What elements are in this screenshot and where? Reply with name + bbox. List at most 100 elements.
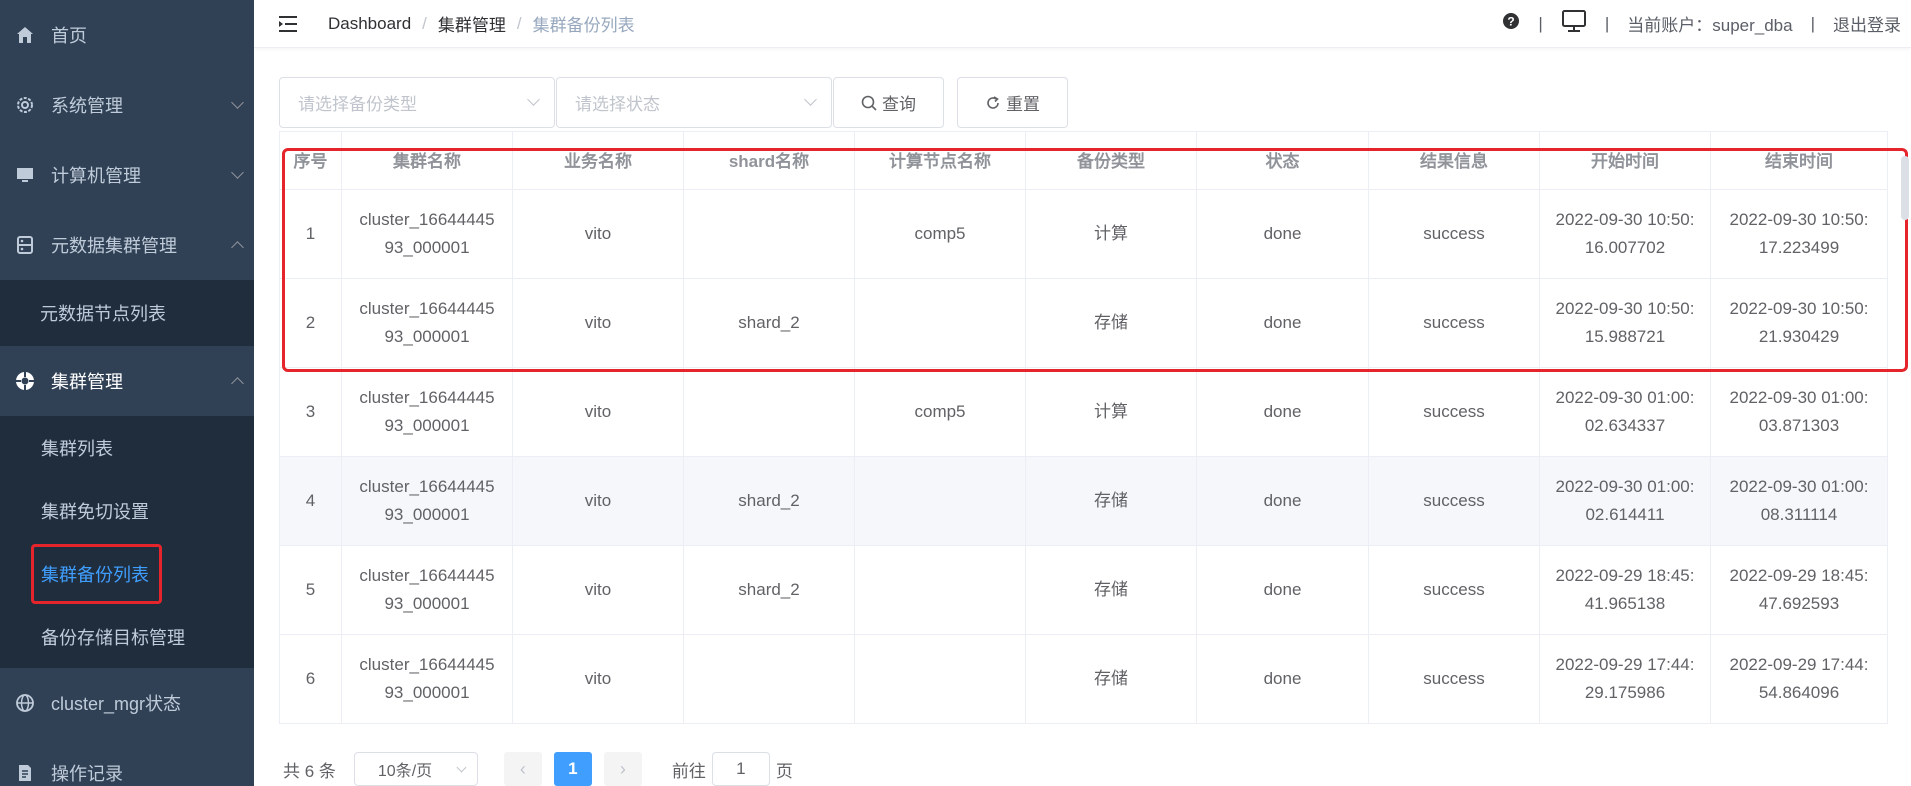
- table-cell: 2022-09-30 10:50: 16.007702: [1539, 189, 1711, 279]
- query-button[interactable]: 查询: [833, 77, 944, 128]
- cell-text: vito: [584, 580, 612, 599]
- submenu-cluster: 集群列表 集群免切设置 集群备份列表 备份存储目标管理: [0, 416, 254, 668]
- table-cell: 计算: [1025, 189, 1197, 279]
- cell-text: 存储: [1094, 580, 1128, 599]
- column-header: 状态: [1196, 131, 1369, 190]
- table-cell: [854, 278, 1026, 368]
- prev-page-button[interactable]: ‹: [503, 752, 542, 786]
- sidebar-item-meta-node-list[interactable]: 元数据节点列表: [0, 280, 254, 346]
- sidebar-item-label: 元数据节点列表: [40, 304, 166, 324]
- hamburger-icon[interactable]: [276, 12, 300, 36]
- table-cell: [854, 456, 1026, 546]
- sidebar: 首页 系统管理 计算机管理 元数据集群管理 元数据节点列表 集群管理 集群列表 …: [0, 0, 254, 786]
- current-account: 当前账户：super_dba: [1627, 16, 1793, 35]
- cell-text: 93_000001: [384, 505, 470, 524]
- help-icon[interactable]: ?: [1502, 12, 1520, 35]
- cell-text: 2022-09-29 17:44:: [1555, 655, 1695, 674]
- table-row[interactable]: 4 cluster_16644445 93_000001 vito shard_2 存储 d…: [279, 456, 1888, 546]
- cell-text: cluster_16644445: [359, 210, 495, 229]
- table-cell: cluster_16644445 93_000001: [341, 545, 513, 635]
- table-cell: shard_2: [683, 456, 855, 546]
- cell-text: success: [1423, 669, 1485, 688]
- sidebar-item-cluster-mgr-status[interactable]: cluster_mgr状态: [0, 668, 254, 738]
- table-cell: 2022-09-29 18:45: 47.692593: [1710, 545, 1888, 635]
- cell-text: 2022-09-30 01:00:: [1729, 477, 1869, 496]
- reset-label: 重置: [1006, 95, 1040, 114]
- cell-text: shard_2: [738, 491, 800, 510]
- cell-text: 1: [305, 224, 316, 243]
- table-cell: [683, 367, 855, 457]
- chevron-down-icon: [527, 93, 540, 106]
- column-header: 结束时间: [1710, 131, 1888, 190]
- cell-text: 08.311114: [1760, 505, 1838, 524]
- sidebar-item-label: 集群列表: [41, 438, 113, 459]
- cell-text: 29.175986: [1584, 683, 1666, 702]
- goto-page: 前往 1 页: [672, 752, 793, 786]
- table-row[interactable]: 1 cluster_16644445 93_000001 vito comp5 计算 don…: [279, 189, 1888, 279]
- cell-text: shard_2: [738, 580, 800, 599]
- filter-bar: 请选择备份类型 请选择状态 查询 重置: [279, 77, 1887, 128]
- breadcrumb-separator: /: [516, 13, 522, 33]
- goto-page-input[interactable]: 1: [711, 752, 770, 786]
- cell-text: 03.871303: [1758, 416, 1840, 435]
- sidebar-item-operation-log[interactable]: 操作记录: [0, 738, 254, 786]
- cell-text: vito: [584, 402, 612, 421]
- table-cell: 2022-09-30 01:00: 02.634337: [1539, 367, 1711, 457]
- cell-text: 17.223499: [1758, 238, 1840, 257]
- sidebar-item-cluster-list[interactable]: 集群列表: [0, 416, 254, 479]
- cell-text: 2022-09-30 10:50:: [1729, 299, 1869, 318]
- logout-link[interactable]: 退出登录: [1833, 11, 1901, 36]
- table-cell: cluster_16644445 93_000001: [341, 456, 513, 546]
- sidebar-item-cluster-manage[interactable]: 集群管理: [0, 346, 254, 416]
- next-page-button[interactable]: ›: [603, 752, 642, 786]
- column-header: 开始时间: [1539, 131, 1711, 190]
- cell-text: 02.634337: [1584, 416, 1666, 435]
- globe-icon: [14, 692, 36, 714]
- cell-text: 2022-09-29 17:44:: [1729, 655, 1869, 674]
- cell-text: comp5: [914, 402, 966, 421]
- page-size-select[interactable]: 10条/页: [353, 752, 478, 786]
- table-row[interactable]: 2 cluster_16644445 93_000001 vito shard_2 存储 d…: [279, 278, 1888, 368]
- table-cell: success: [1368, 545, 1540, 635]
- goto-suffix: 页: [775, 761, 793, 781]
- table-row[interactable]: 6 cluster_16644445 93_000001 vito 存储 done succ…: [279, 634, 1888, 724]
- sidebar-item-meta-cluster[interactable]: 元数据集群管理: [0, 210, 254, 280]
- page-content: 请选择备份类型 请选择状态 查询 重置 序号 集群名称 业务名称 shard名称…: [254, 48, 1911, 786]
- pagination: 共 6 条 10条/页 ‹ 1 › 前往 1 页: [279, 752, 1887, 786]
- refresh-icon: [987, 95, 999, 109]
- reset-button[interactable]: 重置: [957, 77, 1068, 128]
- table-cell: 6: [279, 634, 342, 724]
- cell-text: cluster_16644445: [359, 477, 495, 496]
- screen-icon[interactable]: [1561, 9, 1587, 38]
- sidebar-item-computer[interactable]: 计算机管理: [0, 140, 254, 210]
- breadcrumb-cluster-manage[interactable]: 集群管理: [438, 11, 506, 36]
- sidebar-item-cluster-switch[interactable]: 集群免切设置: [0, 479, 254, 542]
- table-cell: done: [1196, 189, 1369, 279]
- table-cell: [683, 634, 855, 724]
- table-row[interactable]: 3 cluster_16644445 93_000001 vito comp5 计算 don…: [279, 367, 1888, 457]
- server-icon: [14, 234, 36, 256]
- cell-text: 4: [305, 491, 316, 510]
- cell-text: 2022-09-29 18:45:: [1555, 566, 1695, 585]
- backup-type-select[interactable]: 请选择备份类型: [279, 77, 555, 128]
- cell-text: 2022-09-30 10:50:: [1729, 210, 1869, 229]
- cell-text: 2: [305, 313, 316, 332]
- sidebar-item-backup-storage[interactable]: 备份存储目标管理: [0, 605, 254, 668]
- cell-text: shard_2: [738, 313, 800, 332]
- page-number-current[interactable]: 1: [553, 752, 592, 786]
- sidebar-item-home[interactable]: 首页: [0, 0, 254, 70]
- table-row[interactable]: 5 cluster_16644445 93_000001 vito shard_2 存储 d…: [279, 545, 1888, 635]
- table-cell: done: [1196, 634, 1369, 724]
- scrollbar-thumb[interactable]: [1901, 156, 1909, 220]
- table-cell: success: [1368, 189, 1540, 279]
- breadcrumb-dashboard[interactable]: Dashboard: [328, 14, 411, 34]
- navbar-separator: |: [1538, 13, 1543, 33]
- sidebar-item-cluster-backup-list[interactable]: 集群备份列表: [0, 542, 254, 605]
- cell-text: comp5: [914, 224, 966, 243]
- sidebar-item-system[interactable]: 系统管理: [0, 70, 254, 140]
- table-cell: done: [1196, 456, 1369, 546]
- status-select[interactable]: 请选择状态: [556, 77, 832, 128]
- navbar-right: ? | | 当前账户：super_dba | 退出登录: [1502, 9, 1901, 38]
- cell-text: done: [1263, 669, 1302, 688]
- sidebar-item-label: cluster_mgr状态: [51, 694, 182, 714]
